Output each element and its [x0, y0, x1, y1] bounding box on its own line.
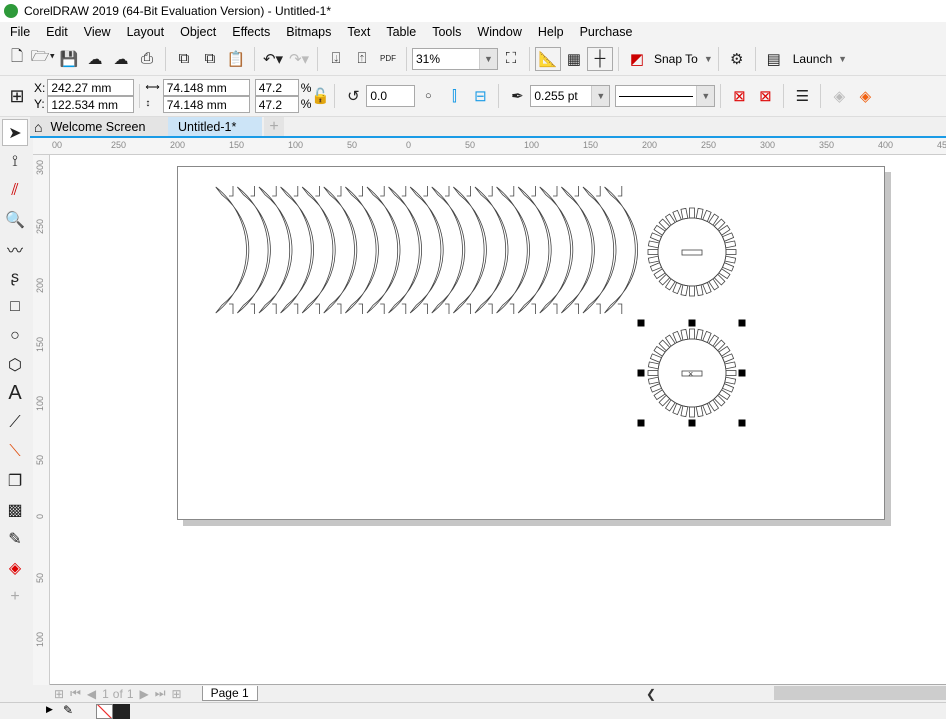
- gear-top-tooth: [695, 207, 704, 220]
- ring-segment-arc: [517, 186, 552, 314]
- page-navigator: ⊞ ⏮ ◀ 1 of 1 ▶ ⏭ ⊞ Page 1 ❮: [50, 684, 946, 702]
- gear-top-tooth: [672, 209, 682, 223]
- artwork-layer: ×: [215, 186, 746, 427]
- gear-top-tooth: [689, 285, 695, 297]
- of-label: of: [112, 686, 123, 701]
- selection-handle: [688, 419, 696, 427]
- ring-segment-arc: [453, 186, 487, 314]
- total-pages: 1: [126, 686, 134, 701]
- ring-segment-arc: [561, 186, 595, 314]
- gear-selected-tooth: [672, 402, 682, 416]
- palette-expand-icon[interactable]: ▶: [46, 704, 53, 715]
- add-page-after-icon[interactable]: ⊞: [172, 687, 182, 701]
- gear-top-tooth: [680, 284, 689, 297]
- gear-selected-tooth: [680, 405, 689, 418]
- current-page: 1: [102, 686, 109, 701]
- gear-selected-tooth: [689, 328, 695, 340]
- gear-top-tooth: [672, 281, 682, 295]
- prev-page-icon[interactable]: ◀: [87, 687, 96, 701]
- add-page-icon[interactable]: ⊞: [54, 687, 64, 701]
- black-swatch[interactable]: [113, 704, 130, 719]
- selection-handle: [637, 369, 645, 377]
- gear-selected-tooth: [702, 330, 712, 344]
- gear-top-tooth: [724, 255, 737, 264]
- gear-top-tooth: [649, 262, 663, 272]
- ring-segment-arc: [539, 186, 574, 314]
- next-page-icon[interactable]: ▶: [140, 687, 149, 701]
- gear-top-tooth: [724, 240, 737, 249]
- ring-segment-arc: [388, 186, 422, 314]
- gear-selected-tooth: [647, 376, 660, 385]
- scroll-left-icon[interactable]: ❮: [646, 687, 656, 701]
- selection-handle: [637, 319, 645, 327]
- last-page-icon[interactable]: ⏭: [155, 686, 166, 701]
- gear-top-slot: [681, 249, 703, 256]
- ring-segment-arc: [409, 186, 444, 314]
- gear-selected-tooth: [721, 383, 735, 393]
- gear-top-tooth: [647, 249, 659, 255]
- gear-top-tooth: [680, 207, 689, 220]
- gear-selected-tooth: [647, 361, 660, 370]
- gear-selected-tooth: [702, 402, 712, 416]
- gear-top-tooth: [647, 255, 660, 264]
- gear-selected-tooth: [695, 405, 704, 418]
- ring-segment-arc: [258, 186, 293, 314]
- center-marker: ×: [688, 369, 693, 379]
- gear-top-tooth: [647, 240, 660, 249]
- gear-selected-tooth: [724, 361, 737, 370]
- selection-handle: [738, 369, 746, 377]
- ring-segment-arc: [431, 186, 466, 314]
- gear-top-tooth: [725, 249, 737, 255]
- gear-selected-tooth: [724, 376, 737, 385]
- gear-selected-tooth: [725, 370, 737, 376]
- ring-segment-arc: [604, 186, 638, 314]
- gear-top-tooth: [689, 207, 695, 219]
- eyedropper-icon[interactable]: ✎: [63, 703, 73, 717]
- horizontal-scrollbar[interactable]: [774, 686, 946, 700]
- selection-handle: [738, 319, 746, 327]
- selection-handle: [688, 319, 696, 327]
- gear-top-tooth: [695, 284, 704, 297]
- gear-selected-tooth: [680, 328, 689, 341]
- ring-segment-arc: [323, 186, 358, 314]
- gear-selected-tooth: [721, 353, 735, 363]
- gear-selected-tooth: [649, 383, 663, 393]
- ring-segment-arc: [280, 186, 314, 314]
- ring-segment-arc: [345, 186, 379, 314]
- gear-top-tooth: [721, 232, 735, 242]
- gear-selected-tooth: [695, 328, 704, 341]
- ring-segment-arc: [496, 186, 530, 314]
- no-color-swatch[interactable]: [96, 704, 113, 719]
- selection-handle: [738, 419, 746, 427]
- gear-top-tooth: [721, 262, 735, 272]
- page-1-tab[interactable]: Page 1: [201, 686, 258, 701]
- gear-selected-tooth: [647, 370, 659, 376]
- gear-top-tooth: [649, 232, 663, 242]
- selection-handle: [637, 419, 645, 427]
- ring-segment-arc: [301, 186, 336, 314]
- gear-top-tooth: [702, 209, 712, 223]
- gear-top-tooth: [702, 281, 712, 295]
- ring-segment-arc: [237, 186, 271, 314]
- color-palette: ▶ ✎: [0, 702, 946, 719]
- gear-selected-tooth: [672, 330, 682, 344]
- ring-segment-arc: [582, 186, 617, 314]
- gear-selected-tooth: [649, 353, 663, 363]
- gear-selected-tooth: [689, 406, 695, 418]
- ring-segment-arc: [474, 186, 509, 314]
- first-page-icon[interactable]: ⏮: [70, 686, 81, 701]
- ring-segment-arc: [366, 186, 401, 314]
- ring-segment-arc: [215, 186, 250, 314]
